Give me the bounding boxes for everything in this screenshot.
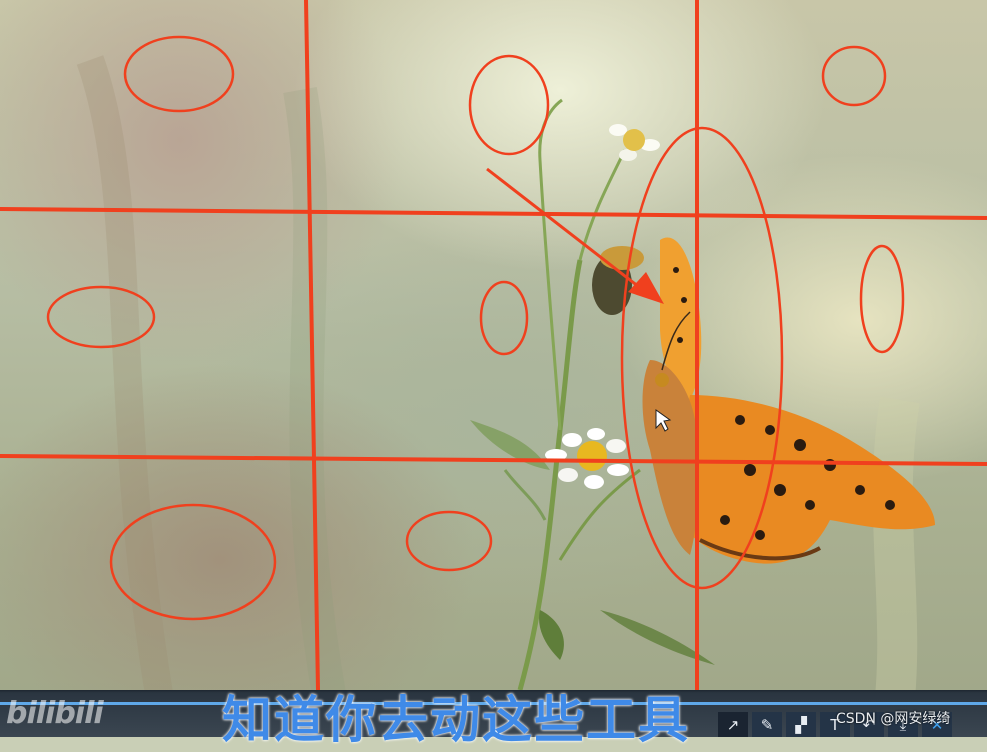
photo-scene bbox=[76, 55, 935, 737]
csdn-watermark: CSDN @网安绿绮 bbox=[836, 711, 951, 727]
arrow-icon: ↗ bbox=[726, 715, 740, 734]
video-subtitle: 知道你去动这些工具 bbox=[222, 691, 690, 749]
butterfly-photo bbox=[0, 0, 987, 737]
arrow-tool-button[interactable]: ↗ bbox=[718, 712, 748, 737]
pen-tool-button[interactable]: ✎ bbox=[752, 712, 782, 737]
pen-icon: ✎ bbox=[760, 715, 774, 734]
mosaic-icon: ▞ bbox=[795, 715, 807, 734]
bilibili-logo: bilibili bbox=[6, 696, 104, 731]
mosaic-tool-button[interactable]: ▞ bbox=[786, 712, 816, 737]
